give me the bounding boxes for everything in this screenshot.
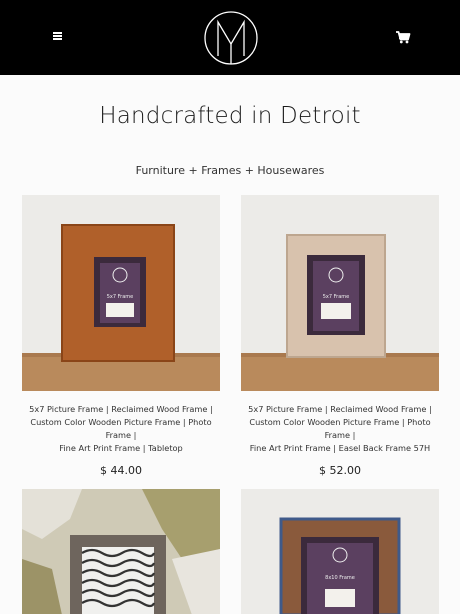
m-monogram-logo[interactable] (203, 10, 259, 66)
site-header (0, 0, 460, 75)
product-card[interactable]: 8x10 Frame (241, 489, 439, 614)
product-price: $ 44.00 (100, 464, 142, 477)
page-title: Handcrafted in Detroit (99, 103, 361, 129)
shopping-cart-icon[interactable] (394, 28, 412, 46)
hamburger-menu-icon[interactable] (50, 28, 66, 44)
product-photo[interactable]: 5x7 Frame (241, 195, 439, 391)
product-price: $ 52.00 (319, 464, 361, 477)
product-card[interactable] (22, 489, 220, 614)
insert-label: 8x10 Frame (325, 575, 355, 581)
product-photo[interactable]: 5x7 Frame (22, 195, 220, 391)
product-card[interactable]: 5x7 Frame 5x7 Picture Frame | Reclaimed … (22, 195, 220, 477)
product-photo[interactable]: 8x10 Frame (241, 489, 439, 614)
product-photo[interactable] (22, 489, 220, 614)
product-card[interactable]: 5x7 Frame 5x7 Picture Frame | Reclaimed … (241, 195, 439, 477)
page-subtitle: Furniture + Frames + Housewares (135, 164, 325, 177)
insert-label: 5x7 Frame (107, 294, 134, 300)
insert-label: 5x7 Frame (323, 294, 350, 300)
product-name[interactable]: 5x7 Picture Frame | Reclaimed Wood Frame… (241, 403, 439, 455)
product-name[interactable]: 5x7 Picture Frame | Reclaimed Wood Frame… (22, 403, 220, 455)
